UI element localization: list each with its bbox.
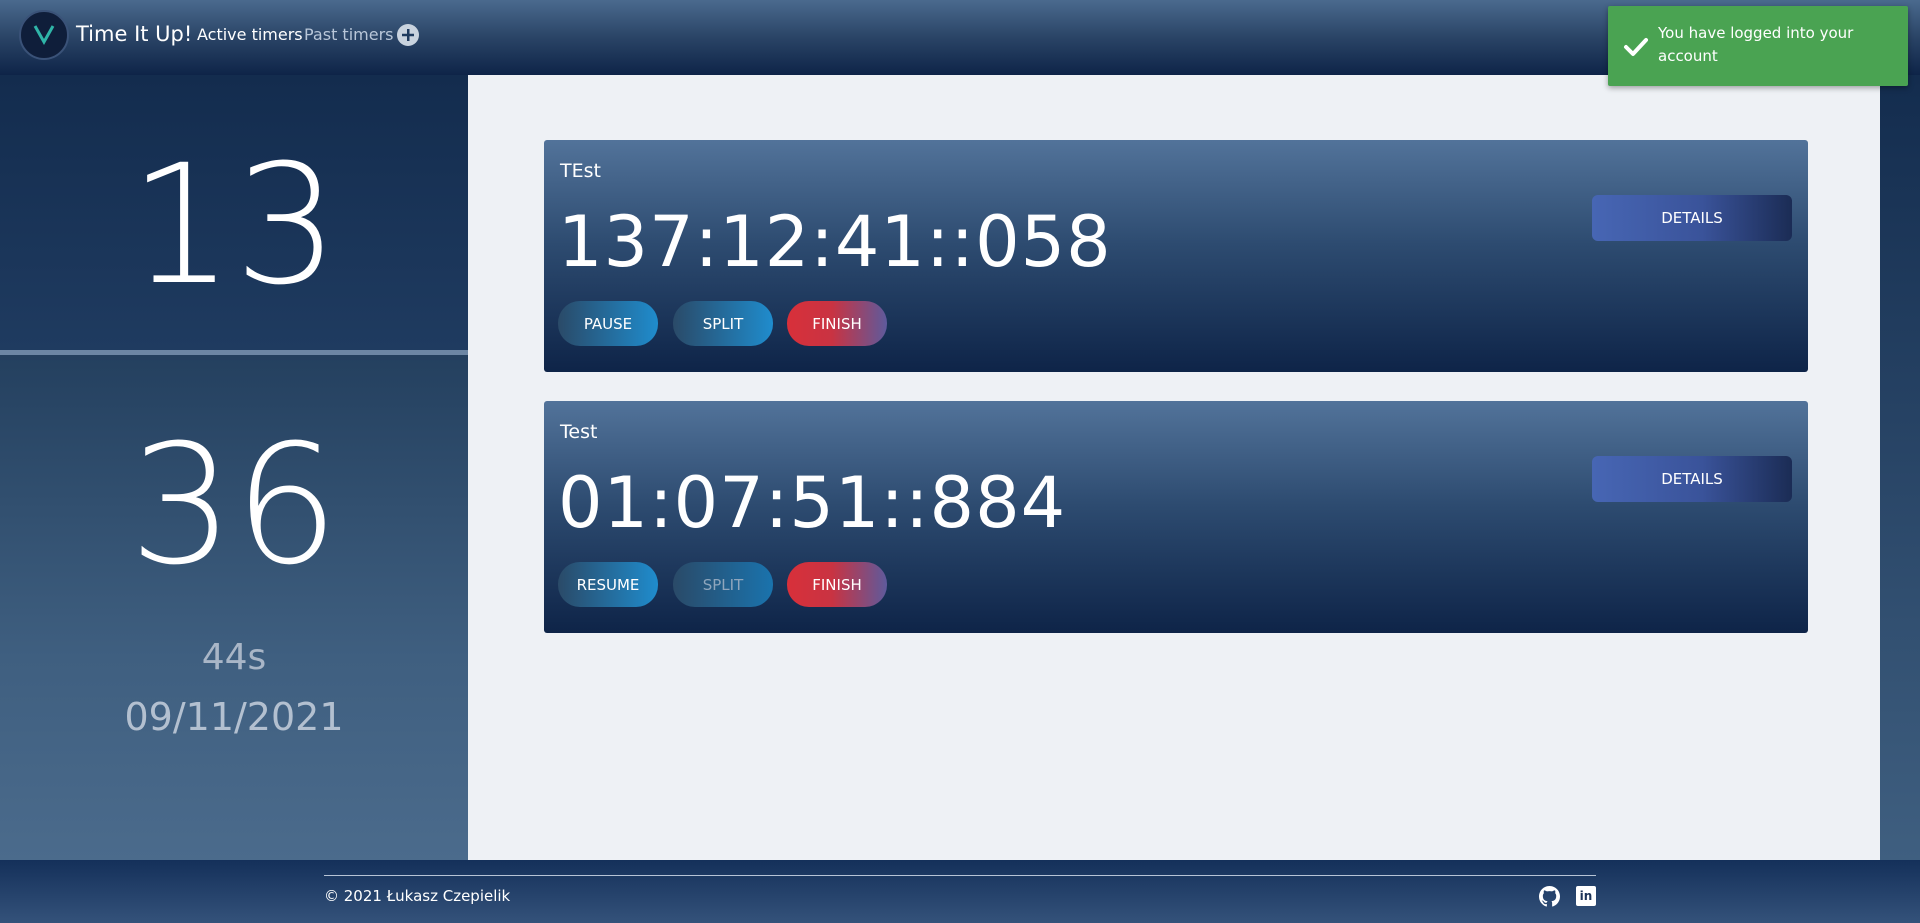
footer: © 2021 Łukasz Czepielik in	[0, 860, 1920, 923]
split-button-disabled[interactable]: SPLIT	[673, 562, 773, 607]
details-button[interactable]: DETAILS	[1592, 195, 1792, 241]
linkedin-icon[interactable]: in	[1576, 886, 1596, 906]
resume-button[interactable]: RESUME	[558, 562, 658, 607]
right-gutter	[1880, 75, 1920, 860]
login-toast[interactable]: You have logged into your account	[1608, 6, 1908, 86]
toast-message: You have logged into your account	[1658, 24, 1854, 65]
logo-icon[interactable]	[19, 10, 69, 60]
plus-icon	[402, 29, 414, 41]
clock-minutes: 36	[129, 409, 339, 601]
nav-active-timers[interactable]: Active timers	[197, 25, 303, 44]
timer-card: Test 01:07:51::884 RESUME SPLIT FINISH D…	[544, 401, 1808, 633]
details-button[interactable]: DETAILS	[1592, 456, 1792, 502]
add-timer-button[interactable]	[397, 24, 419, 46]
checkmark-icon	[1624, 38, 1648, 56]
timer-name: TEst	[560, 160, 601, 182]
pause-button[interactable]: PAUSE	[558, 301, 658, 346]
clock-panel: 13 36 44s 09/11/2021	[0, 75, 468, 860]
clock-date: 09/11/2021	[124, 695, 344, 739]
nav-past-timers[interactable]: Past timers	[304, 25, 394, 44]
clock-seconds: 44s	[201, 637, 267, 678]
timer-value: 137:12:41::058	[558, 201, 1112, 283]
finish-button[interactable]: FINISH	[787, 562, 887, 607]
finish-button[interactable]: FINISH	[787, 301, 887, 346]
timer-value: 01:07:51::884	[558, 462, 1067, 544]
split-button[interactable]: SPLIT	[673, 301, 773, 346]
timers-list: TEst 137:12:41::058 PAUSE SPLIT FINISH D…	[468, 75, 1880, 860]
clock-hours: 13	[129, 129, 339, 321]
brand-title[interactable]: Time It Up!	[76, 22, 192, 46]
footer-divider	[324, 875, 1596, 876]
timer-name: Test	[560, 421, 598, 443]
github-icon[interactable]	[1539, 886, 1560, 907]
copyright-text: © 2021 Łukasz Czepielik	[324, 887, 511, 905]
timer-card: TEst 137:12:41::058 PAUSE SPLIT FINISH D…	[544, 140, 1808, 372]
